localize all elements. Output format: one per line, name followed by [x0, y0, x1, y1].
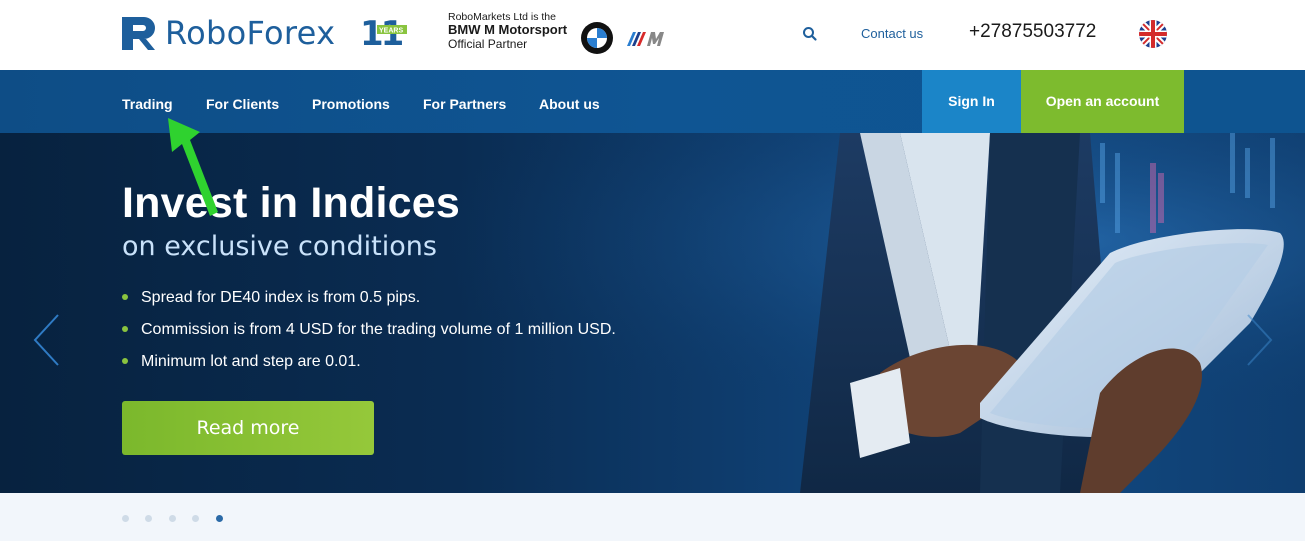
carousel-next-arrow-icon[interactable] [1244, 313, 1274, 367]
years-label: YEARS [379, 28, 403, 35]
contact-us-link[interactable]: Contact us [861, 26, 923, 41]
carousel-dot[interactable] [122, 515, 129, 522]
sign-in-button[interactable]: Sign In [922, 70, 1021, 133]
m-motorsport-logo [627, 32, 664, 46]
hero-title: Invest in Indices [122, 179, 460, 227]
hero-bullet: Spread for DE40 index is from 0.5 pips. [122, 288, 616, 320]
partner-line-2: BMW M Motorsport [448, 22, 568, 38]
carousel-dot[interactable] [192, 515, 199, 522]
partner-text: RoboMarkets Ltd is the BMW M Motorsport … [448, 11, 578, 52]
top-header: RoboForex 11 YEARS RoboMarkets Ltd is th… [0, 0, 1305, 70]
roboforex-logo-mark [122, 16, 155, 50]
nav-item-for-clients[interactable]: For Clients [206, 96, 279, 112]
hero-subtitle: on exclusive conditions [122, 231, 437, 262]
hero-bullet-list: Spread for DE40 index is from 0.5 pips. … [122, 288, 616, 384]
carousel-dot[interactable] [169, 515, 176, 522]
bmw-logo [581, 22, 613, 54]
main-nav: Trading For Clients Promotions For Partn… [0, 70, 1305, 133]
read-more-button[interactable]: Read more [122, 401, 374, 455]
carousel-pagination [0, 493, 1305, 541]
nav-item-promotions[interactable]: Promotions [312, 96, 390, 112]
hero-bullet: Minimum lot and step are 0.01. [122, 352, 616, 384]
partner-line-3: Official Partner [448, 37, 528, 51]
nav-item-trading[interactable]: Trading [122, 96, 173, 112]
roboforex-logo[interactable]: RoboForex [122, 14, 336, 52]
hero-banner: Invest in Indices on exclusive condition… [0, 133, 1305, 493]
nav-item-for-partners[interactable]: For Partners [423, 96, 506, 112]
carousel-dot-active[interactable] [216, 515, 223, 522]
logo-text: RoboForex [165, 14, 336, 52]
carousel-dot[interactable] [145, 515, 152, 522]
search-icon[interactable] [800, 24, 820, 44]
hero-bullet: Commission is from 4 USD for the trading… [122, 320, 616, 352]
phone-number[interactable]: +27875503772 [969, 21, 1096, 43]
uk-flag-icon[interactable] [1139, 20, 1167, 48]
years-badge: 11 YEARS [360, 14, 407, 48]
carousel-prev-arrow-icon[interactable] [32, 313, 62, 367]
nav-item-about-us[interactable]: About us [539, 96, 600, 112]
open-account-button[interactable]: Open an account [1021, 70, 1184, 133]
